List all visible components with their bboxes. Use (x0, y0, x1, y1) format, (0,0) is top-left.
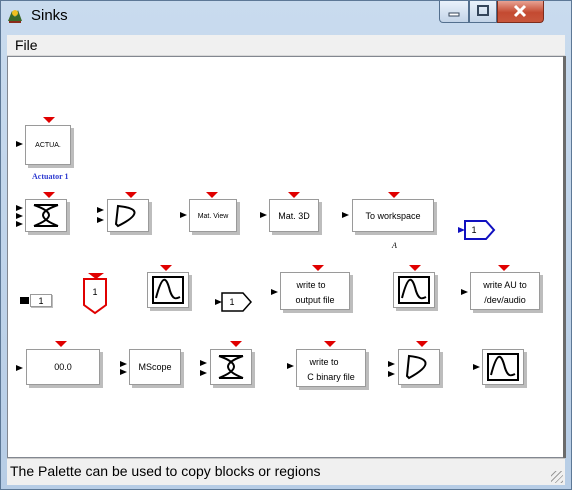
palette-canvas[interactable]: ACTUA. Actuator 1 Mat. View Mat. 3D To w… (7, 56, 565, 458)
event-input-port (43, 117, 55, 123)
actuator-sublabel: Actuator 1 (32, 172, 69, 181)
title-bar[interactable]: Sinks (1, 1, 571, 33)
status-bar: The Palette can be used to copy blocks o… (7, 458, 565, 485)
input-port (16, 365, 23, 371)
output-port-number: 1 (229, 297, 235, 307)
mat-view-block[interactable]: Mat. View (189, 199, 237, 232)
input-port (473, 364, 480, 370)
multi-scope-block[interactable] (210, 349, 252, 385)
const-output-number: 1 (38, 296, 44, 306)
write-au-block[interactable]: write AU to /dev/audio (470, 272, 540, 310)
input-port (200, 370, 207, 376)
scope-block[interactable] (393, 272, 435, 308)
event-input-port (288, 192, 300, 198)
write-au-line2: /dev/audio (484, 295, 526, 305)
output-port-number: 1 (471, 225, 477, 235)
input-port (16, 205, 23, 211)
mscope-label: MScope (138, 362, 172, 372)
input-port (120, 369, 127, 375)
write-file-line2: output file (295, 295, 335, 305)
app-logo-icon (8, 10, 22, 23)
write-c-line1: write to (309, 357, 339, 367)
minimize-icon (448, 12, 460, 17)
input-port (16, 221, 23, 227)
curve-icon (114, 204, 136, 228)
close-icon (513, 4, 527, 18)
event-input-port (55, 341, 67, 347)
input-port (97, 207, 104, 213)
input-port (97, 217, 104, 223)
input-port (16, 141, 23, 147)
mat-3d-label: Mat. 3D (278, 211, 310, 221)
event-input-port (160, 265, 172, 271)
input-port (180, 212, 187, 218)
const-port (20, 297, 29, 304)
event-input-port (388, 192, 400, 198)
canvas-edge (563, 56, 566, 458)
event-input-port (324, 341, 336, 347)
close-button[interactable] (497, 1, 544, 23)
xy-scope-block[interactable] (107, 199, 149, 232)
actuator-label: ACTUA. (35, 142, 61, 149)
affich-display-block[interactable]: 00.0 (26, 349, 100, 385)
event-input-port (498, 265, 510, 271)
event-input-port (409, 265, 421, 271)
to-workspace-label: To workspace (365, 211, 421, 221)
input-port (260, 212, 267, 218)
input-port (120, 361, 127, 367)
maximize-icon (477, 5, 489, 16)
scope-wave-icon (152, 276, 184, 304)
resize-grip-icon[interactable] (551, 471, 563, 483)
event-input-port (416, 341, 428, 347)
event-input-port (43, 192, 55, 198)
mat-3d-block[interactable]: Mat. 3D (269, 199, 319, 232)
xy-scope-block[interactable] (398, 349, 440, 385)
window-title: Sinks (31, 7, 68, 24)
scope-wave-icon (487, 353, 519, 381)
scope-block[interactable] (482, 349, 524, 385)
mat-view-label: Mat. View (197, 213, 229, 220)
actuator-block[interactable]: ACTUA. (25, 125, 71, 165)
maximize-button[interactable] (469, 1, 497, 23)
app-window: Sinks File ACTUA. Actuator 1 Mat. View M… (0, 0, 572, 490)
write-au-line1: write AU to (483, 280, 527, 290)
lissajous-icon (218, 355, 244, 379)
curve-icon (405, 354, 427, 380)
input-port (461, 289, 468, 295)
to-workspace-block[interactable]: To workspace (352, 199, 434, 232)
event-input-port (206, 192, 218, 198)
write-to-output-file-block[interactable]: write to output file (280, 272, 350, 310)
lissajous-icon (33, 204, 59, 227)
write-file-line1: write to (296, 280, 326, 290)
menu-file[interactable]: File (15, 37, 38, 53)
event-input-port (125, 192, 137, 198)
scope-wave-icon (398, 276, 430, 304)
write-c-binary-file-block[interactable]: write to C binary file (296, 349, 366, 387)
display-value: 00.0 (54, 362, 72, 372)
event-input-port (230, 341, 242, 347)
input-port (342, 212, 349, 218)
mscope-block[interactable]: MScope (129, 349, 181, 385)
minimize-button[interactable] (439, 1, 469, 23)
multi-scope-block[interactable] (25, 199, 67, 232)
status-text: The Palette can be used to copy blocks o… (10, 463, 321, 479)
to-workspace-sublabel: A (392, 241, 397, 250)
input-port (16, 213, 23, 219)
event-input-port (312, 265, 324, 271)
input-port (388, 371, 395, 377)
const-output-block[interactable]: 1 (30, 294, 52, 307)
write-c-line2: C binary file (307, 372, 355, 382)
input-port (388, 361, 395, 367)
event-output-number: 1 (92, 287, 98, 297)
scope-block[interactable] (147, 272, 189, 308)
menu-bar: File (7, 35, 565, 56)
input-port (200, 360, 207, 366)
